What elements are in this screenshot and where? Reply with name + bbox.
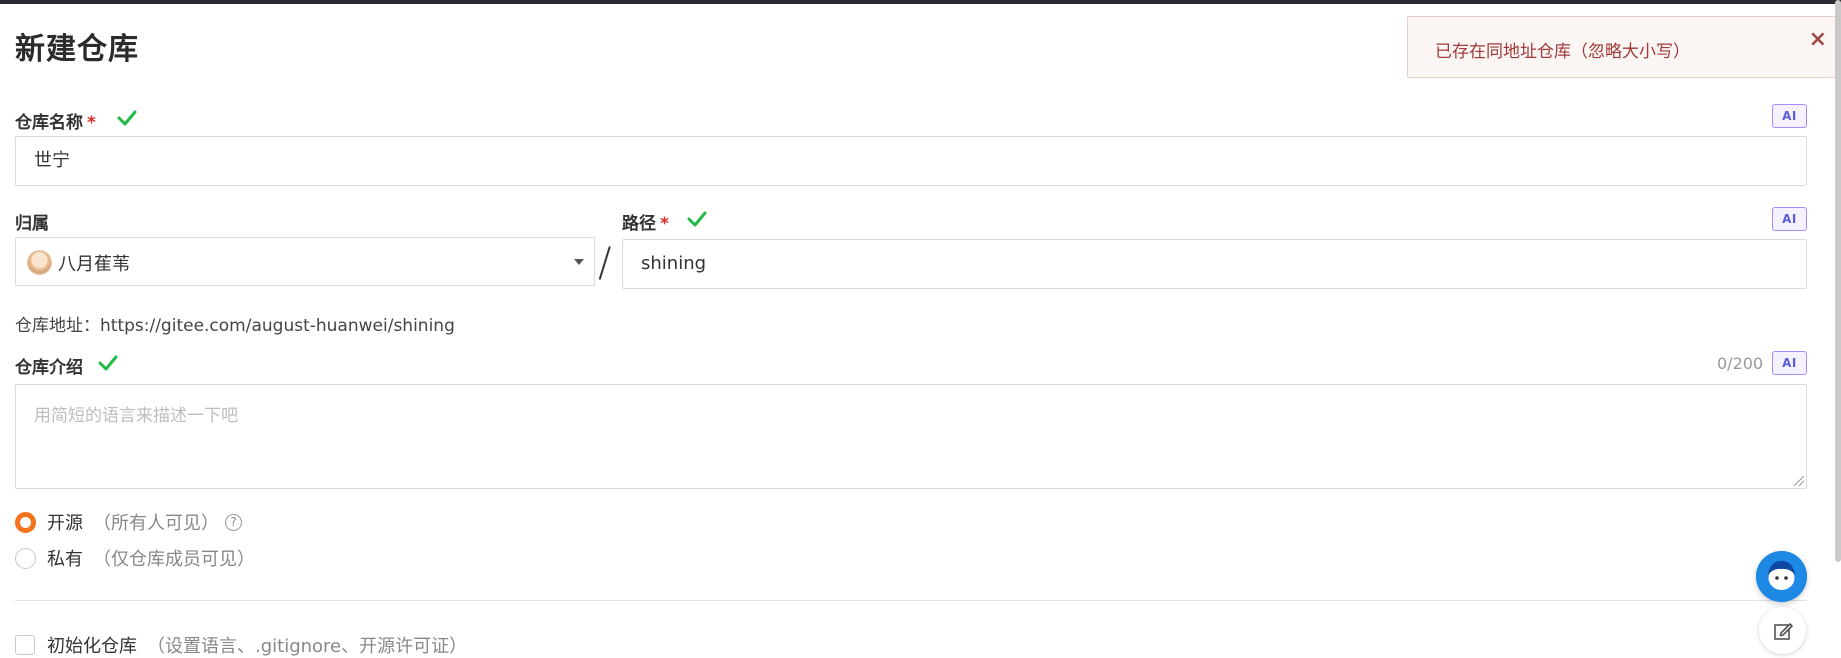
public-radio[interactable]	[15, 511, 36, 533]
init-repo-hint: （设置语言、.gitignore、开源许可证）	[147, 636, 468, 657]
public-hint: （所有人可见）	[93, 513, 219, 534]
top-bar	[0, 0, 1841, 4]
divider	[15, 600, 1807, 601]
feedback-edit-button[interactable]	[1759, 607, 1806, 654]
required-mark: *	[87, 113, 96, 133]
path-input[interactable]: shining	[622, 239, 1807, 289]
check-icon	[687, 211, 707, 227]
owner-label: 归属	[15, 214, 49, 234]
close-icon[interactable]: ×	[1809, 29, 1827, 51]
description-placeholder: 用简短的语言来描述一下吧	[34, 406, 238, 426]
path-separator: /	[598, 240, 612, 286]
path-label: 路径 *	[622, 209, 669, 234]
check-icon	[117, 110, 137, 126]
required-mark: *	[660, 214, 669, 234]
owner-avatar	[27, 250, 52, 275]
init-repo-checkbox[interactable]	[15, 635, 35, 655]
init-repo-label: 初始化仓库	[47, 636, 137, 657]
owner-selected-name: 八月萑苇	[58, 254, 130, 275]
private-label: 私有	[47, 549, 83, 570]
description-char-counter: 0/200	[1717, 354, 1764, 373]
public-label: 开源	[47, 513, 83, 534]
repo-url-text: 仓库地址：https://gitee.com/august-huanwei/sh…	[15, 316, 455, 336]
owner-select[interactable]: 八月萑苇	[15, 237, 595, 286]
edit-icon	[1773, 622, 1793, 640]
repo-name-label-text: 仓库名称	[15, 113, 83, 133]
ai-generate-path-button[interactable]: AI	[1772, 207, 1807, 231]
description-label: 仓库介绍	[15, 358, 83, 378]
private-radio[interactable]	[15, 547, 36, 569]
visibility-public-option[interactable]: 开源 （所有人可见） ?	[15, 509, 242, 535]
caret-down-icon	[574, 259, 584, 265]
repo-name-label: 仓库名称 *	[15, 108, 96, 133]
path-label-text: 路径	[622, 214, 656, 234]
visibility-private-option[interactable]: 私有 （仅仓库成员可见）	[15, 545, 255, 571]
repo-name-input[interactable]: 世宁	[15, 136, 1807, 186]
assistant-avatar-button[interactable]	[1756, 551, 1807, 602]
error-flash-message: 已存在同地址仓库（忽略大小写） ×	[1407, 16, 1840, 78]
ai-generate-name-button[interactable]: AI	[1772, 104, 1807, 128]
page-scrollbar[interactable]	[1835, 0, 1841, 562]
page-title: 新建仓库	[15, 32, 139, 67]
resize-handle-icon[interactable]	[1794, 476, 1804, 486]
flash-message-text: 已存在同地址仓库（忽略大小写）	[1435, 42, 1690, 62]
assistant-icon	[1756, 551, 1807, 602]
check-icon	[98, 355, 118, 371]
help-icon[interactable]: ?	[225, 513, 242, 531]
ai-generate-description-button[interactable]: AI	[1772, 351, 1807, 375]
init-repo-option[interactable]: 初始化仓库 （设置语言、.gitignore、开源许可证）	[15, 632, 467, 658]
private-hint: （仅仓库成员可见）	[93, 549, 255, 570]
description-textarea[interactable]: 用简短的语言来描述一下吧	[15, 384, 1807, 489]
